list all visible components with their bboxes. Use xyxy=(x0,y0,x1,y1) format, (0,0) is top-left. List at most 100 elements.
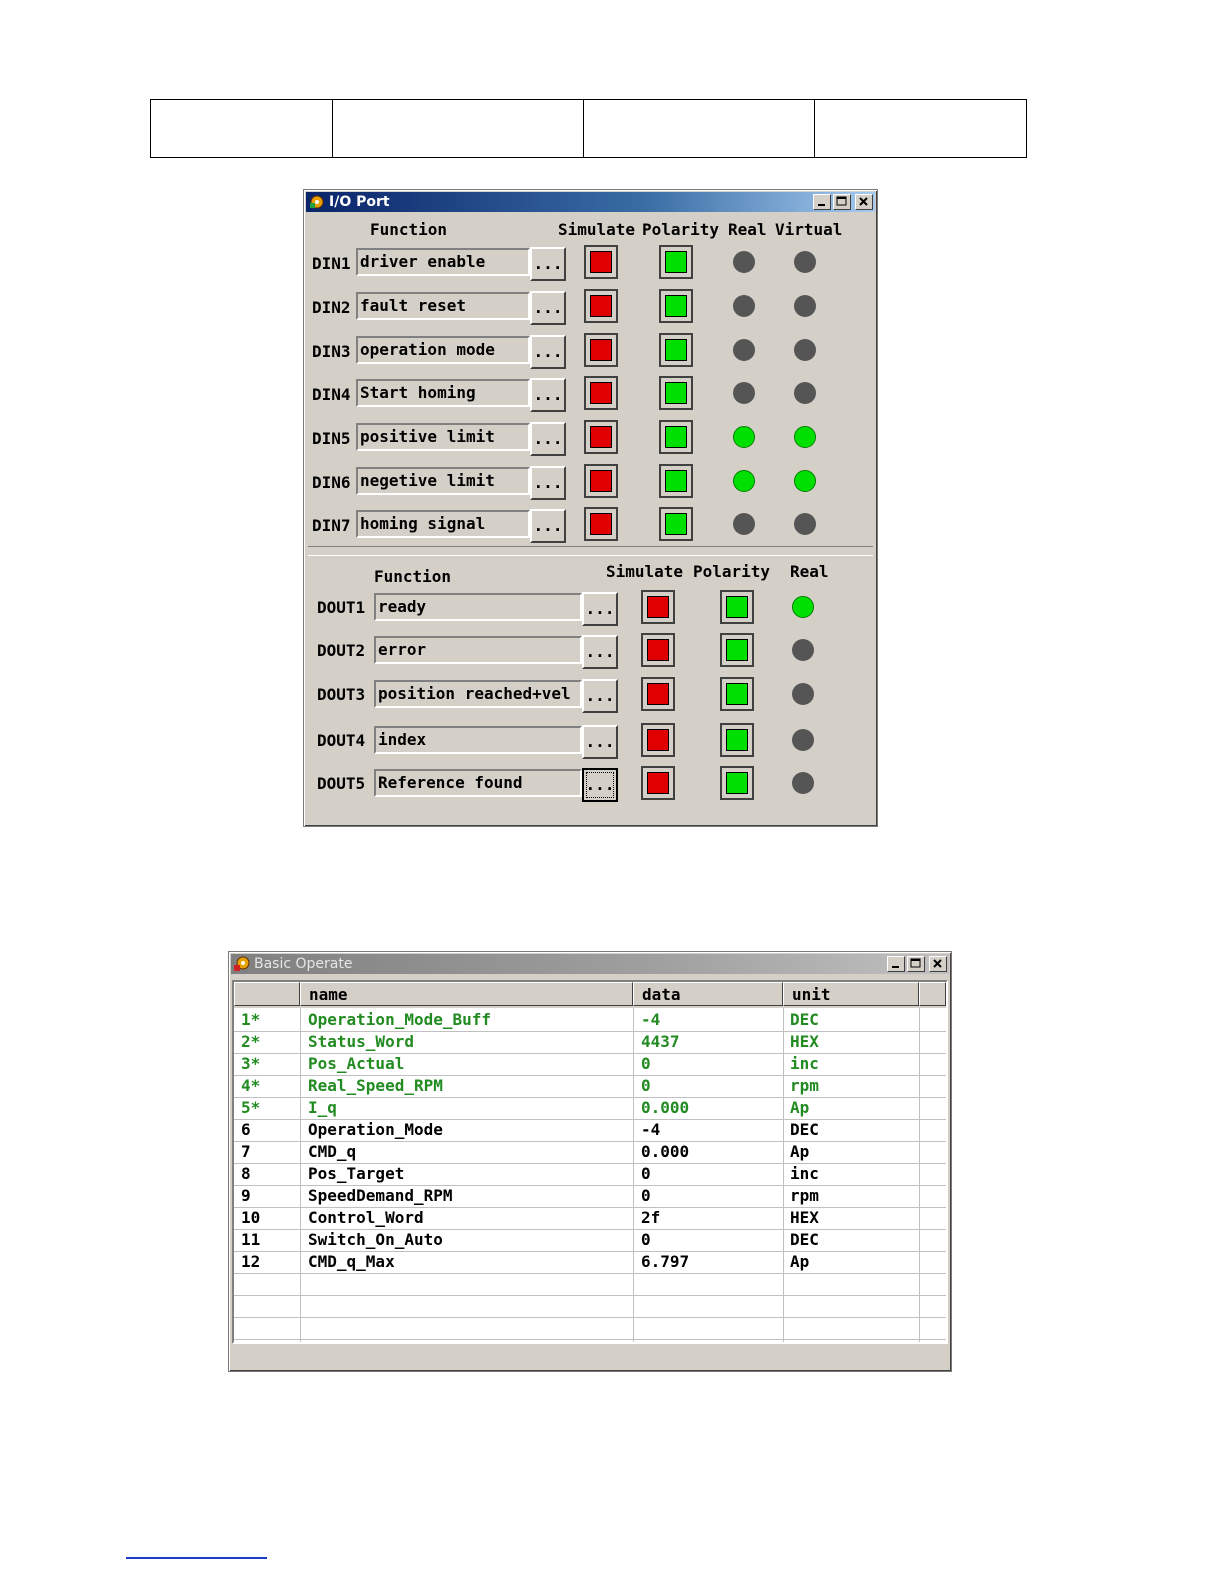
empty-table-row[interactable] xyxy=(234,1317,946,1340)
dout-simulate-toggle[interactable] xyxy=(641,766,675,800)
row-data[interactable]: 0 xyxy=(641,1076,651,1095)
table-row[interactable]: 6 Operation_Mode -4 DEC xyxy=(234,1119,946,1142)
din-simulate-toggle[interactable] xyxy=(584,245,618,279)
dout-select-button[interactable]: ... xyxy=(582,592,618,626)
din-function-field[interactable]: homing signal xyxy=(356,510,530,538)
row-data[interactable]: -4 xyxy=(641,1120,660,1139)
din-function-field[interactable]: Start homing xyxy=(356,379,530,407)
dout-polarity-toggle[interactable] xyxy=(720,633,754,667)
dout-simulate-toggle[interactable] xyxy=(641,633,675,667)
table-row[interactable]: 5* I_q 0.000 Ap xyxy=(234,1097,946,1120)
row-name: Real_Speed_RPM xyxy=(308,1076,443,1095)
din-select-button[interactable]: ... xyxy=(530,509,566,543)
din-simulate-toggle[interactable] xyxy=(584,507,618,541)
dout-polarity-toggle[interactable] xyxy=(720,766,754,800)
din-function-field[interactable]: positive limit xyxy=(356,423,530,451)
table-row[interactable]: 11 Switch_On_Auto 0 DEC xyxy=(234,1229,946,1252)
row-data[interactable]: 6.797 xyxy=(641,1252,689,1271)
row-unit: DEC xyxy=(790,1010,819,1029)
dout-simulate-toggle[interactable] xyxy=(641,677,675,711)
din-simulate-toggle[interactable] xyxy=(584,333,618,367)
io-port-titlebar[interactable]: I/O Port xyxy=(306,192,875,212)
row-data[interactable]: -4 xyxy=(641,1010,660,1029)
table-row[interactable]: 10 Control_Word 2f HEX xyxy=(234,1207,946,1230)
din-polarity-toggle[interactable] xyxy=(659,420,693,454)
table-row[interactable]: 1* Operation_Mode_Buff -4 DEC xyxy=(234,1009,946,1032)
basic-operate-titlebar[interactable]: Basic Operate xyxy=(231,954,949,974)
dout-function-field[interactable]: position reached+vel xyxy=(374,680,582,708)
dout-real-header: Real xyxy=(790,562,829,581)
table-row[interactable]: 4* Real_Speed_RPM 0 rpm xyxy=(234,1075,946,1098)
din-select-button[interactable]: ... xyxy=(530,422,566,456)
din-polarity-toggle[interactable] xyxy=(659,507,693,541)
row-data[interactable]: 0.000 xyxy=(641,1142,689,1161)
din-real-indicator xyxy=(733,426,755,448)
empty-table-row[interactable] xyxy=(234,1295,946,1318)
dout-polarity-toggle[interactable] xyxy=(720,677,754,711)
din-polarity-toggle[interactable] xyxy=(659,376,693,410)
din-simulate-toggle[interactable] xyxy=(584,376,618,410)
close-button[interactable] xyxy=(929,956,947,972)
din-function-field[interactable]: fault reset xyxy=(356,292,530,320)
din-virtual-indicator xyxy=(794,382,816,404)
row-data[interactable]: 2f xyxy=(641,1208,660,1227)
column-header-data[interactable]: data xyxy=(633,982,783,1006)
din-simulate-toggle[interactable] xyxy=(584,464,618,498)
dout-function-field[interactable]: Reference found xyxy=(374,769,582,797)
table-row[interactable]: 9 SpeedDemand_RPM 0 rpm xyxy=(234,1185,946,1208)
doc-cell xyxy=(814,99,1027,158)
minimize-button[interactable] xyxy=(887,956,905,972)
din-function-field[interactable]: negetive limit xyxy=(356,467,530,495)
dout-select-button[interactable]: ... xyxy=(582,635,618,669)
din-virtual-indicator xyxy=(794,339,816,361)
dout-select-button[interactable]: ... xyxy=(582,768,618,802)
minimize-button[interactable] xyxy=(813,194,831,210)
column-header-name[interactable]: name xyxy=(300,982,633,1006)
dout-label: DOUT5 xyxy=(317,774,366,793)
din-polarity-toggle[interactable] xyxy=(659,245,693,279)
table-row[interactable]: 12 CMD_q_Max 6.797 Ap xyxy=(234,1251,946,1274)
dout-function-field[interactable]: index xyxy=(374,726,582,754)
row-data[interactable]: 0 xyxy=(641,1230,651,1249)
section-separator[interactable] xyxy=(308,546,873,556)
din-function-field[interactable]: operation mode xyxy=(356,336,530,364)
maximize-button[interactable] xyxy=(907,956,925,972)
empty-table-row[interactable] xyxy=(234,1273,946,1296)
din-simulate-toggle[interactable] xyxy=(584,420,618,454)
row-data[interactable]: 0 xyxy=(641,1186,651,1205)
dout-simulate-toggle[interactable] xyxy=(641,723,675,757)
din-polarity-toggle[interactable] xyxy=(659,289,693,323)
din-function-field[interactable]: driver enable xyxy=(356,248,530,276)
table-row[interactable]: 8 Pos_Target 0 inc xyxy=(234,1163,946,1186)
dout-select-button[interactable]: ... xyxy=(582,725,618,759)
dout-select-button[interactable]: ... xyxy=(582,679,618,713)
din-polarity-toggle[interactable] xyxy=(659,464,693,498)
din-simulate-toggle[interactable] xyxy=(584,289,618,323)
column-header-index[interactable] xyxy=(234,982,300,1006)
parameter-grid[interactable]: name data unit 1* Operation_Mode_Buff -4… xyxy=(232,980,948,1344)
row-data[interactable]: 0.000 xyxy=(641,1098,689,1117)
dout-simulate-toggle[interactable] xyxy=(641,590,675,624)
dout-function-field[interactable]: ready xyxy=(374,593,582,621)
table-row[interactable]: 3* Pos_Actual 0 inc xyxy=(234,1053,946,1076)
row-index: 8 xyxy=(241,1164,251,1183)
row-data[interactable]: 4437 xyxy=(641,1032,680,1051)
din-select-button[interactable]: ... xyxy=(530,291,566,325)
table-row[interactable]: 7 CMD_q 0.000 Ap xyxy=(234,1141,946,1164)
close-button[interactable] xyxy=(855,194,873,210)
din-select-button[interactable]: ... xyxy=(530,335,566,369)
dout-function-field[interactable]: error xyxy=(374,636,582,664)
maximize-button[interactable] xyxy=(833,194,851,210)
din-select-button[interactable]: ... xyxy=(530,378,566,412)
din-polarity-toggle[interactable] xyxy=(659,333,693,367)
dout-polarity-toggle[interactable] xyxy=(720,590,754,624)
din-select-button[interactable]: ... xyxy=(530,466,566,500)
din-select-button[interactable]: ... xyxy=(530,247,566,281)
din-real-indicator xyxy=(733,251,755,273)
row-data[interactable]: 0 xyxy=(641,1164,651,1183)
din-label: DIN1 xyxy=(312,254,351,273)
column-header-unit[interactable]: unit xyxy=(783,982,919,1006)
table-row[interactable]: 2* Status_Word 4437 HEX xyxy=(234,1031,946,1054)
dout-polarity-toggle[interactable] xyxy=(720,723,754,757)
row-data[interactable]: 0 xyxy=(641,1054,651,1073)
